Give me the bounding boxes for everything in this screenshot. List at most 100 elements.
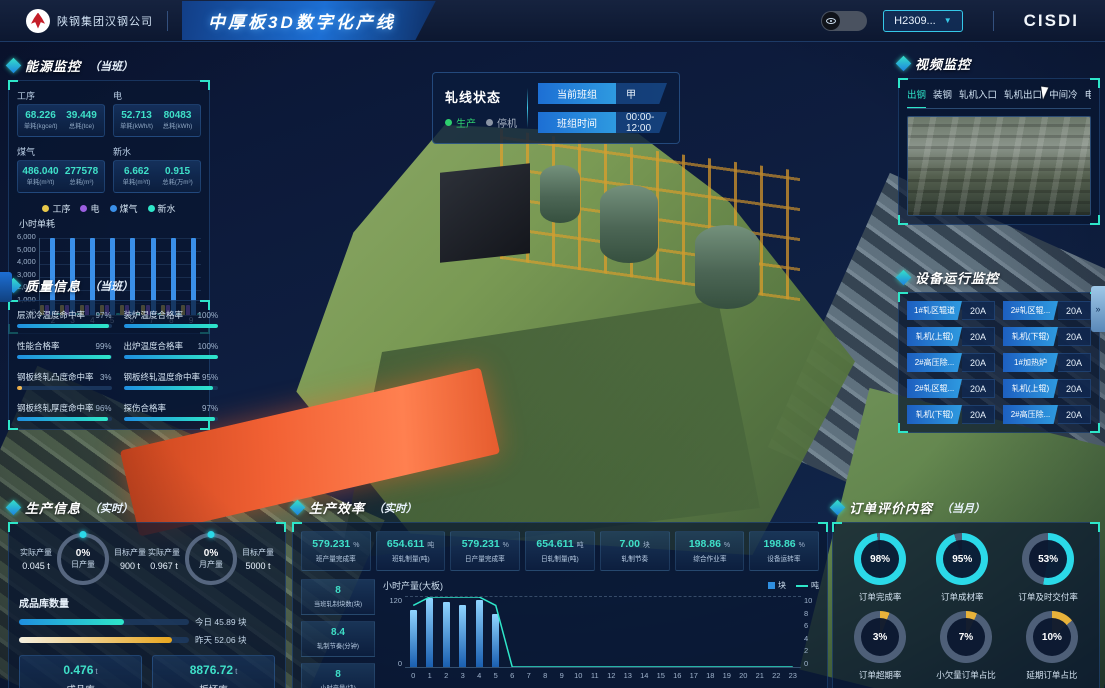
device-row: 2#轧区辊...20A: [907, 379, 995, 398]
diamond-icon: [6, 58, 22, 74]
device-row: 2#高压除...20A: [1003, 405, 1091, 424]
diamond-icon: [830, 500, 846, 516]
device-row: 2#轧区辊...20A: [1003, 301, 1091, 320]
energy-chart-title: 小时单耗: [19, 217, 201, 230]
status-legend-stopped: 停机: [486, 115, 517, 130]
side-tile: 8当班轧制块数(块): [301, 579, 375, 615]
quality-item: 出炉温度合格率100%: [124, 340, 219, 359]
order-kpi-donut: 53% 订单及时交付率: [1018, 533, 1078, 603]
legend-dot-icon: [148, 205, 155, 212]
metric-tile: 198.86 %设备运转率: [749, 531, 819, 571]
tab-mill-exit[interactable]: 轧机出口: [1004, 87, 1042, 104]
energy-chart-legend: 工序 电 煤气 新水: [17, 202, 201, 215]
stock-section-title: 成品库数量: [19, 595, 275, 610]
stock-bar-yesterday: 昨天 52.06 块: [19, 634, 275, 646]
dashboard: 陕钢集团汉钢公司 中厚板3D数字化产线 H2309... ▼ CISDI 能源监…: [0, 0, 1105, 688]
production-panel-title: 生产信息: [25, 498, 81, 517]
quality-panel-title: 质量信息: [25, 276, 81, 295]
metric-tile: 579.231 %班产量完成率: [301, 531, 371, 571]
device-row: 轧机(下辊)20A: [1003, 327, 1091, 346]
line-status-title: 轧线状态: [445, 87, 517, 106]
efficiency-side-tiles: 8当班轧制块数(块) 8.4轧制节奏(分钟) 8小时产量(块): [301, 579, 375, 688]
energy-card: 煤气 486.040单耗(m³/t) 277578总耗(m³): [17, 145, 105, 193]
panel-collapse-handle[interactable]: »: [1091, 286, 1105, 332]
shift-time-row: 班组时间 00:00-12:00: [538, 112, 667, 133]
company-logo: 陕钢集团汉钢公司: [0, 9, 153, 33]
order-kpi-donut: 7% 小欠量订单占比: [936, 611, 996, 681]
eye-icon: [822, 12, 840, 30]
tab-intercooling[interactable]: 中间冷: [1049, 87, 1078, 104]
metric-tile: 198.86 %综合作业率: [675, 531, 745, 571]
diamond-icon: [290, 500, 306, 516]
shift-dropdown-value: H2309...: [894, 15, 936, 27]
quality-item: 探伤合格率97%: [124, 402, 219, 421]
order-kpi-donut: 98% 订单完成率: [854, 533, 906, 603]
diamond-icon: [6, 500, 22, 516]
visibility-toggle[interactable]: [821, 11, 867, 31]
energy-card: 电 52.713单耗(kWh/t) 80483总耗(kWh): [113, 89, 201, 137]
tab-eheating[interactable]: 电加热: [1085, 87, 1091, 104]
metric-tile: 7.00 块轧制节奏: [600, 531, 670, 571]
header-divider: [167, 11, 168, 31]
company-logo-icon: [26, 9, 50, 33]
tab-tapping[interactable]: 出钢: [907, 87, 926, 104]
left-edge-tab[interactable]: [0, 272, 12, 302]
header-divider: [993, 11, 994, 31]
status-legend-producing: 生产: [445, 115, 476, 130]
video-panel-title: 视频监控: [915, 54, 971, 73]
side-tile: 8.4轧制节奏(分钟): [301, 621, 375, 657]
device-row: 轧机(上辊)20A: [907, 327, 995, 346]
tab-mill-entry[interactable]: 轧机入口: [959, 87, 997, 104]
page-title-plate: 中厚板3D数字化产线: [182, 1, 436, 40]
device-row: 1#加热炉20A: [1003, 353, 1091, 372]
gauge-ring: 0% 月产量: [185, 533, 237, 585]
hourly-chart-left-axis: 1200: [383, 596, 405, 668]
monthly-output-gauge: 实际产量0.967 t 0% 月产量 目标产量5000 t: [147, 533, 275, 585]
camera-feed[interactable]: [907, 116, 1091, 216]
header-bar: 陕钢集团汉钢公司 中厚板3D数字化产线 H2309... ▼ CISDI: [0, 0, 1105, 42]
gauge-ring: 0% 日产量: [57, 533, 109, 585]
legend-bar-icon: [768, 582, 775, 589]
orders-panel-title: 订单评价内容: [849, 498, 933, 517]
finished-stock-card: 0.476t 成品库: [19, 655, 142, 688]
device-row: 2#高压除...20A: [907, 353, 995, 372]
efficiency-metrics: 579.231 %班产量完成率 654.611 吨班轧制量(吨) 579.231…: [301, 531, 819, 571]
status-dot-icon: [445, 119, 452, 126]
device-list: 1#轧区辊道20A 2#轧区辊...20A 轧机(上辊)20A 轧机(下辊)20…: [907, 301, 1091, 424]
energy-panel-title: 能源监控: [25, 56, 81, 75]
energy-cards: 工序 68.226单耗(kgce/t) 39.449总耗(tce) 电 52.7…: [17, 89, 201, 193]
diamond-icon: [896, 56, 912, 72]
quality-panel: 质量信息 （当班） 层流冷温度命中率97% 装炉温度合格率100% 性能合格率9…: [8, 276, 210, 430]
side-tile: 8小时产量(块): [301, 663, 375, 688]
quality-item: 性能合格率99%: [17, 340, 112, 359]
quality-item: 钢板终轧厚度命中率96%: [17, 402, 112, 421]
hourly-output-chart: 小时产量(大板) 块 吨 1200 1086420: [383, 579, 819, 688]
stock-bar-today: 今日 45.89 块: [19, 616, 275, 628]
status-dot-icon: [486, 119, 493, 126]
quality-item: 装炉温度合格率100%: [124, 309, 219, 328]
quality-item: 层流冷温度命中率97%: [17, 309, 112, 328]
diamond-icon: [896, 270, 912, 286]
order-kpi-donut: 3% 订单超期率: [854, 611, 906, 681]
shift-group-row: 当前班组 甲: [538, 83, 667, 104]
order-kpi-donut: 95% 订单成材率: [936, 533, 988, 603]
metric-tile: 579.231 %日产量完成率: [450, 531, 520, 571]
tons-line-series: [405, 597, 801, 667]
line-status-panel: 轧线状态 生产 停机 当前班组 甲 班组时间: [432, 72, 680, 144]
orders-panel: 订单评价内容 （当月） 98% 订单完成率 95% 订单成材率 53% 订单及时…: [832, 498, 1100, 688]
device-row: 1#轧区辊道20A: [907, 301, 995, 320]
order-kpi-donut: 10% 延期订单占比: [1026, 611, 1078, 681]
quality-item: 钢板终轧凸度命中率3%: [17, 371, 112, 390]
chevron-down-icon: ▼: [944, 16, 952, 25]
devices-panel-title: 设备运行监控: [915, 268, 999, 287]
hourly-chart-right-axis: 1086420: [801, 596, 819, 668]
quality-item: 钢板终轧温度命中率95%: [124, 371, 219, 390]
legend-line-icon: [796, 585, 808, 587]
company-name: 陕钢集团汉钢公司: [57, 13, 153, 29]
video-panel: 视频监控 出钢 装钢 轧机入口 轧机出口 中间冷 电加热: [898, 54, 1100, 225]
shift-dropdown[interactable]: H2309... ▼: [883, 10, 963, 32]
legend-dot-icon: [110, 205, 117, 212]
device-row: 轧机(下辊)20A: [907, 405, 995, 424]
hourly-chart-title: 小时产量(大板): [383, 579, 443, 592]
tab-charging[interactable]: 装钢: [933, 87, 952, 104]
